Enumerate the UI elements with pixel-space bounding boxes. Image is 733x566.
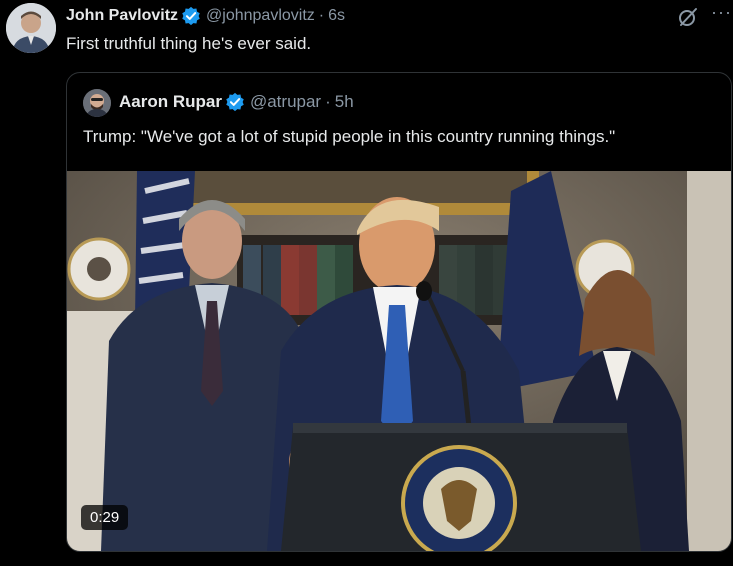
tweet-header: John Pavlovitz @johnpavlovitz · 6s	[66, 6, 345, 26]
quoted-tweet-text: Trump: "We've got a lot of stupid people…	[83, 127, 616, 146]
quoted-tweet-timestamp[interactable]: 5h	[335, 92, 354, 112]
author-handle[interactable]: @johnpavlovitz	[206, 7, 315, 25]
quoted-author-avatar[interactable]	[83, 89, 111, 117]
quoted-author-handle[interactable]: @atrupar	[250, 92, 321, 112]
tweet-text: First truthful thing he's ever said.	[66, 34, 312, 53]
separator-dot: ·	[318, 7, 325, 24]
grok-icon[interactable]	[677, 6, 699, 28]
separator-dot: ·	[325, 92, 331, 111]
author-name[interactable]: John Pavlovitz	[66, 7, 178, 25]
video-frame	[67, 171, 731, 551]
tweet-timestamp[interactable]: 6s	[328, 7, 345, 25]
video-duration: 0:29	[81, 505, 129, 530]
quoted-tweet-header: Aaron Rupar @atrupar · 5h	[119, 92, 354, 112]
quoted-author-name[interactable]: Aaron Rupar	[119, 92, 222, 112]
more-options-icon[interactable]: ···	[711, 2, 732, 23]
verified-badge-icon	[182, 6, 200, 26]
video-player[interactable]: 0:29	[67, 171, 731, 551]
quoted-tweet-card[interactable]: Aaron Rupar @atrupar · 5h Trump: "We've …	[66, 72, 732, 552]
author-avatar[interactable]	[6, 3, 56, 53]
verified-badge-icon	[226, 92, 244, 112]
